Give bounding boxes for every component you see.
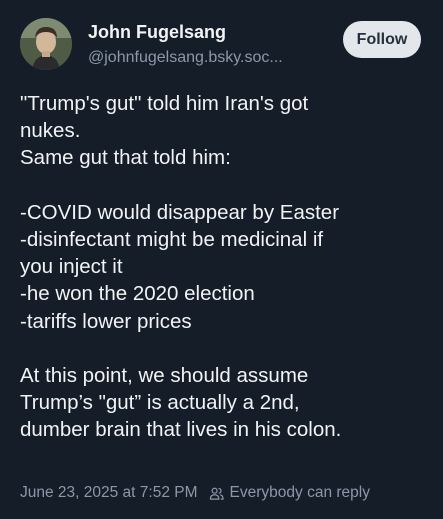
avatar[interactable] — [20, 18, 72, 70]
post-line: -disinfectant might be medicinal if — [20, 227, 324, 251]
reply-setting[interactable]: Everybody can reply — [230, 484, 370, 502]
post-line: dumber brain that lives in his colon. — [20, 418, 342, 442]
post-meta: June 23, 2025 at 7:52 PM Everybody can r… — [20, 484, 370, 502]
post-line: nukes. — [20, 119, 81, 143]
post-line: Same gut that told him: — [20, 146, 231, 170]
people-icon — [209, 487, 224, 500]
post-line: you inject it — [20, 255, 123, 279]
post-line: Trump’s "gut” is actually a 2nd, — [20, 391, 300, 415]
post-line: -COVID would disappear by Easter — [20, 200, 340, 224]
post-text: "Trump's gut" told him Iran's got nukes.… — [20, 90, 430, 443]
post-line: -he won the 2020 election — [20, 282, 255, 306]
post-line: -tariffs lower prices — [20, 309, 192, 333]
avatar-portrait-icon — [20, 18, 72, 70]
post-line — [20, 172, 430, 199]
author-name[interactable]: John Fugelsang — [88, 22, 226, 43]
post-line — [20, 335, 430, 362]
post-timestamp[interactable]: June 23, 2025 at 7:52 PM — [20, 484, 198, 502]
post-line: "Trump's gut" told him Iran's got — [20, 92, 309, 115]
post-line: At this point, we should assume — [20, 363, 309, 387]
follow-button[interactable]: Follow — [343, 21, 421, 58]
author-handle[interactable]: @johnfugelsang.bsky.soc... — [88, 49, 283, 67]
post-card: John Fugelsang @johnfugelsang.bsky.soc..… — [0, 0, 443, 519]
